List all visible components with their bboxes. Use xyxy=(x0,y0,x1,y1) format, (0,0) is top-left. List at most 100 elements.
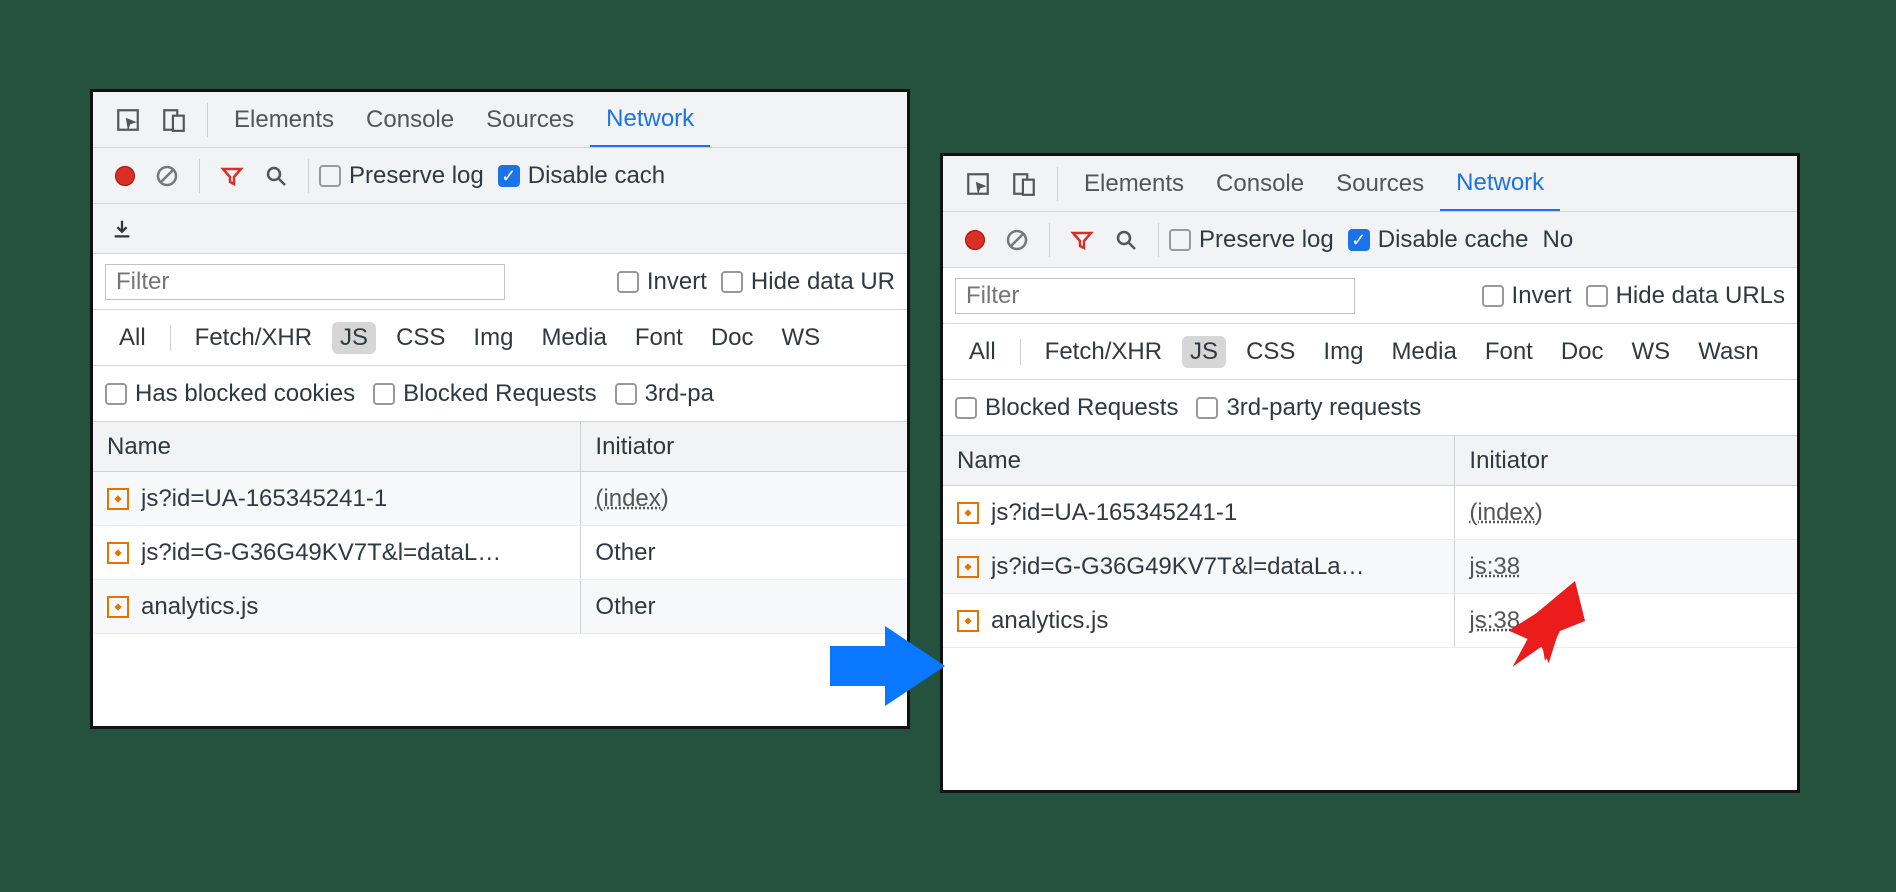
initiator-link[interactable]: js:38 xyxy=(1469,607,1520,635)
invert-checkbox[interactable]: Invert xyxy=(617,268,707,296)
separator xyxy=(199,159,200,193)
network-toolbar: Preserve log Disable cach xyxy=(93,148,907,204)
js-file-icon xyxy=(107,596,129,618)
tab-elements[interactable]: Elements xyxy=(218,92,350,147)
js-file-icon xyxy=(957,556,979,578)
devtools-panel-right: Elements Console Sources Network Preserv… xyxy=(940,153,1800,793)
tab-sources[interactable]: Sources xyxy=(1320,156,1440,211)
preserve-log-checkbox[interactable]: Preserve log xyxy=(319,162,484,190)
download-toolbar xyxy=(93,204,907,254)
disable-cache-label: Disable cache xyxy=(1378,226,1529,254)
type-ws[interactable]: WS xyxy=(774,322,829,354)
separator xyxy=(1057,167,1058,201)
third-party-label: 3rd-party requests xyxy=(1226,394,1421,422)
has-blocked-cookies-checkbox[interactable]: Has blocked cookies xyxy=(105,380,355,408)
type-media[interactable]: Media xyxy=(1383,336,1464,368)
type-font[interactable]: Font xyxy=(1477,336,1541,368)
type-css[interactable]: CSS xyxy=(388,322,453,354)
blocked-requests-label: Blocked Requests xyxy=(403,380,596,408)
tab-bar: Elements Console Sources Network xyxy=(943,156,1797,212)
network-table-header: Name Initiator xyxy=(93,422,907,472)
blocked-requests-label: Blocked Requests xyxy=(985,394,1178,422)
type-fetchxhr[interactable]: Fetch/XHR xyxy=(187,322,320,354)
search-icon[interactable] xyxy=(264,164,288,188)
invert-label: Invert xyxy=(1512,282,1572,310)
record-icon[interactable] xyxy=(965,230,985,250)
table-row[interactable]: js?id=UA-165345241-1 (index) xyxy=(943,486,1797,540)
blocked-requests-checkbox[interactable]: Blocked Requests xyxy=(373,380,596,408)
disable-cache-checkbox[interactable]: Disable cach xyxy=(498,162,665,190)
tab-console[interactable]: Console xyxy=(350,92,470,147)
col-name[interactable]: Name xyxy=(93,422,581,471)
hide-data-urls-checkbox[interactable]: Hide data UR xyxy=(721,268,895,296)
table-row[interactable]: js?id=G-G36G49KV7T&l=dataL… Other xyxy=(93,526,907,580)
filter-icon[interactable] xyxy=(1070,228,1094,252)
inspect-icon[interactable] xyxy=(965,171,991,197)
tab-console[interactable]: Console xyxy=(1200,156,1320,211)
preserve-log-label: Preserve log xyxy=(1199,226,1334,254)
hide-data-urls-label: Hide data URLs xyxy=(1616,282,1785,310)
col-initiator[interactable]: Initiator xyxy=(1455,436,1797,485)
hide-data-urls-label: Hide data UR xyxy=(751,268,895,296)
request-name: js?id=UA-165345241-1 xyxy=(141,485,387,513)
blocked-requests-checkbox[interactable]: Blocked Requests xyxy=(955,394,1178,422)
tab-sources[interactable]: Sources xyxy=(470,92,590,147)
filter-input[interactable] xyxy=(105,264,505,300)
type-ws[interactable]: WS xyxy=(1624,336,1679,368)
search-icon[interactable] xyxy=(1114,228,1138,252)
initiator-link[interactable]: (index) xyxy=(595,485,668,513)
tab-network[interactable]: Network xyxy=(590,93,710,148)
initiator-link[interactable]: (index) xyxy=(1469,499,1542,527)
third-party-checkbox[interactable]: 3rd-pa xyxy=(615,380,714,408)
type-all[interactable]: All xyxy=(111,322,154,354)
type-fetchxhr[interactable]: Fetch/XHR xyxy=(1037,336,1170,368)
col-initiator[interactable]: Initiator xyxy=(581,422,907,471)
device-toggle-icon[interactable] xyxy=(161,107,187,133)
download-icon[interactable] xyxy=(111,218,133,240)
table-row[interactable]: js?id=G-G36G49KV7T&l=dataLa… js:38 xyxy=(943,540,1797,594)
inspect-icon[interactable] xyxy=(115,107,141,133)
filter-input[interactable] xyxy=(955,278,1355,314)
separator xyxy=(170,325,171,351)
third-party-checkbox[interactable]: 3rd-party requests xyxy=(1196,394,1421,422)
disable-cache-label: Disable cach xyxy=(528,162,665,190)
clear-icon[interactable] xyxy=(1005,228,1029,252)
invert-checkbox[interactable]: Invert xyxy=(1482,282,1572,310)
disable-cache-checkbox[interactable]: Disable cache xyxy=(1348,226,1529,254)
separator xyxy=(1158,223,1159,257)
hide-data-urls-checkbox[interactable]: Hide data URLs xyxy=(1586,282,1785,310)
filter-icon[interactable] xyxy=(220,164,244,188)
tab-network[interactable]: Network xyxy=(1440,157,1560,212)
col-name[interactable]: Name xyxy=(943,436,1455,485)
clear-icon[interactable] xyxy=(155,164,179,188)
initiator-text: Other xyxy=(595,539,655,567)
type-img[interactable]: Img xyxy=(465,322,521,354)
extra-filter-bar: Blocked Requests 3rd-party requests xyxy=(943,380,1797,436)
third-party-label: 3rd-pa xyxy=(645,380,714,408)
type-all[interactable]: All xyxy=(961,336,1004,368)
type-font[interactable]: Font xyxy=(627,322,691,354)
request-name: js?id=UA-165345241-1 xyxy=(991,499,1237,527)
table-row[interactable]: analytics.js js:38 xyxy=(943,594,1797,648)
type-img[interactable]: Img xyxy=(1315,336,1371,368)
type-wasm[interactable]: Wasn xyxy=(1690,336,1766,368)
type-doc[interactable]: Doc xyxy=(1553,336,1612,368)
devtools-panel-left: Elements Console Sources Network Preserv… xyxy=(90,89,910,729)
request-name: analytics.js xyxy=(141,593,258,621)
type-js[interactable]: JS xyxy=(332,322,376,354)
preserve-log-checkbox[interactable]: Preserve log xyxy=(1169,226,1334,254)
table-row[interactable]: js?id=UA-165345241-1 (index) xyxy=(93,472,907,526)
device-toggle-icon[interactable] xyxy=(1011,171,1037,197)
initiator-link[interactable]: js:38 xyxy=(1469,553,1520,581)
table-row[interactable]: analytics.js Other xyxy=(93,580,907,634)
extra-filter-bar: Has blocked cookies Blocked Requests 3rd… xyxy=(93,366,907,422)
initiator-text: Other xyxy=(595,593,655,621)
type-css[interactable]: CSS xyxy=(1238,336,1303,368)
type-js[interactable]: JS xyxy=(1182,336,1226,368)
js-file-icon xyxy=(957,610,979,632)
type-media[interactable]: Media xyxy=(533,322,614,354)
record-icon[interactable] xyxy=(115,166,135,186)
request-name: js?id=G-G36G49KV7T&l=dataL… xyxy=(141,539,501,567)
type-doc[interactable]: Doc xyxy=(703,322,762,354)
tab-elements[interactable]: Elements xyxy=(1068,156,1200,211)
